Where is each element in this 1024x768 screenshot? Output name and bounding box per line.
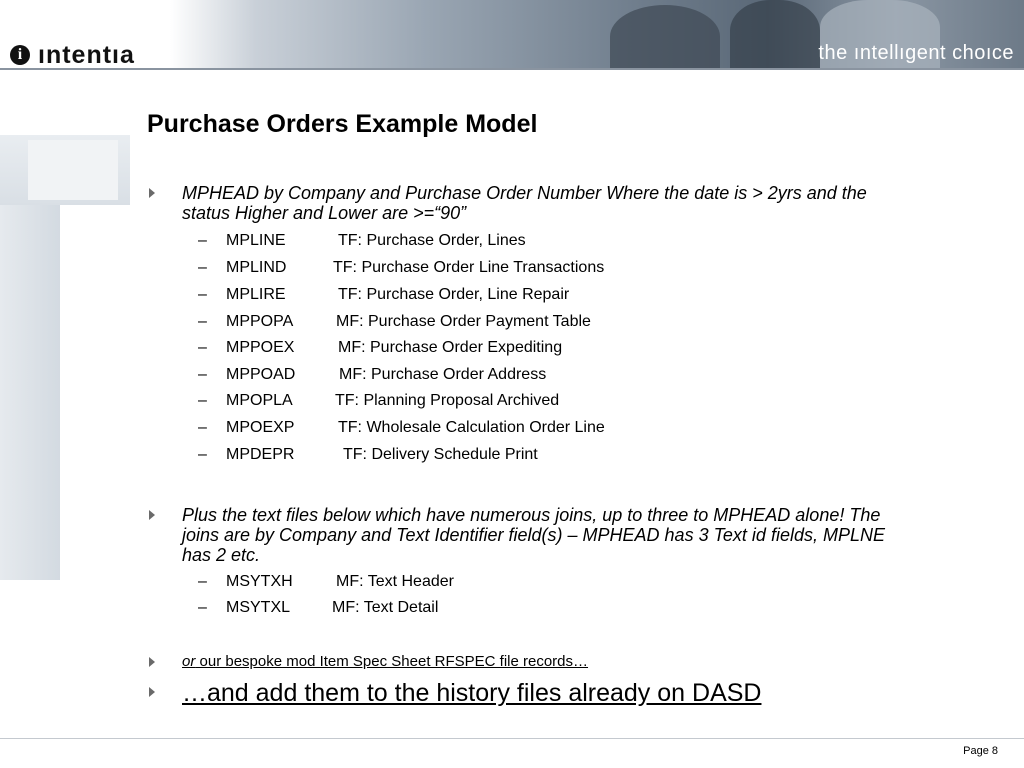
slide-title: Purchase Orders Example Model: [147, 110, 538, 138]
list-item: – MPLIND TF: Purchase Order Line Transac…: [198, 259, 605, 276]
bullet-4-text: …and add them to the history files alrea…: [182, 679, 762, 707]
file-code: MPLINE: [226, 232, 286, 249]
file-code: MPLIND: [226, 259, 287, 276]
file-desc: TF: Purchase Order, Lines: [338, 232, 526, 249]
bullet-arrow-icon: [149, 510, 155, 520]
logo-text: ıntentıa: [38, 40, 135, 69]
file-desc: MF: Purchase Order Expediting: [338, 339, 563, 356]
intentia-logo: i ıntentıa: [10, 40, 135, 69]
header-banner: i ıntentıa the ıntellıgent choıce: [0, 0, 1024, 70]
photo-person-2: [730, 0, 820, 68]
footer-rule: [0, 738, 1024, 739]
list-item: – MPPOEX MF: Purchase Order Expediting: [198, 339, 563, 356]
list-item: – MPDEPR TF: Delivery Schedule Print: [198, 446, 538, 463]
decorative-i-stem: [0, 205, 60, 580]
file-code: MSYTXH: [226, 573, 293, 590]
logo-mark-icon: i: [10, 45, 30, 65]
file-code: MPPOAD: [226, 366, 296, 383]
bullet-4: …and add them to the history files alrea…: [149, 679, 761, 707]
page-number: Page 8: [963, 745, 998, 757]
bullet-arrow-icon: [149, 687, 155, 697]
list-item: – MPPOPA MF: Purchase Order Payment Tabl…: [198, 313, 591, 330]
bullet-2: Plus the text files below which have num…: [149, 505, 885, 565]
bullet-1: MPHEAD by Company and Purchase Order Num…: [149, 183, 867, 223]
file-desc: TF: Planning Proposal Archived: [335, 392, 560, 409]
list-item: – MPLINE TF: Purchase Order, Lines: [198, 232, 526, 249]
bullet-2-line-2: joins are by Company and Text Identifier…: [182, 525, 885, 545]
file-code: MPLIRE: [226, 286, 286, 303]
file-desc: MF: Purchase Order Payment Table: [336, 313, 591, 330]
file-desc: TF: Purchase Order Line Transactions: [333, 259, 605, 276]
list-item: – MPOPLA TF: Planning Proposal Archived: [198, 392, 560, 409]
file-code: MPPOEX: [226, 339, 295, 356]
bullet-arrow-icon: [149, 188, 155, 198]
photo-person-1: [610, 5, 720, 68]
bullet-arrow-icon: [149, 657, 155, 667]
bullet-2-line-1: Plus the text files below which have num…: [182, 505, 881, 525]
file-code: MPOEXP: [226, 419, 295, 436]
file-desc: MF: Purchase Order Address: [339, 366, 547, 383]
file-code: MPDEPR: [226, 446, 295, 463]
bullet-3: or our bespoke mod Item Spec Sheet RFSPE…: [149, 652, 588, 670]
file-code: MPOPLA: [226, 392, 293, 409]
list-item: – MPOEXP TF: Wholesale Calculation Order…: [198, 419, 605, 436]
bullet-2-line-3: has 2 etc.: [182, 545, 261, 565]
file-code: MSYTXL: [226, 599, 291, 616]
decorative-i-highlight: [28, 140, 118, 200]
list-item: – MSYTXL MF: Text Detail: [198, 599, 439, 616]
file-desc: MF: Text Detail: [332, 599, 439, 616]
file-desc: MF: Text Header: [336, 573, 454, 590]
list-item: – MPPOAD MF: Purchase Order Address: [198, 366, 547, 383]
file-desc: TF: Purchase Order, Line Repair: [338, 286, 570, 303]
list-item: – MSYTXH MF: Text Header: [198, 573, 454, 590]
file-desc: TF: Delivery Schedule Print: [343, 446, 538, 463]
bullet-3-text: our bespoke mod Item Spec Sheet RFSPEC f…: [195, 653, 589, 670]
banner-rule: [0, 68, 1024, 70]
bullet-1-line-1: MPHEAD by Company and Purchase Order Num…: [182, 183, 867, 203]
bullet-3-or: or: [182, 653, 196, 670]
file-desc: TF: Wholesale Calculation Order Line: [338, 419, 605, 436]
tagline: the ıntellıgent choıce: [818, 42, 1014, 64]
list-item: – MPLIRE TF: Purchase Order, Line Repair: [198, 286, 570, 303]
file-code: MPPOPA: [226, 313, 294, 330]
bullet-1-line-2: status Higher and Lower are >=“90”: [182, 203, 467, 223]
